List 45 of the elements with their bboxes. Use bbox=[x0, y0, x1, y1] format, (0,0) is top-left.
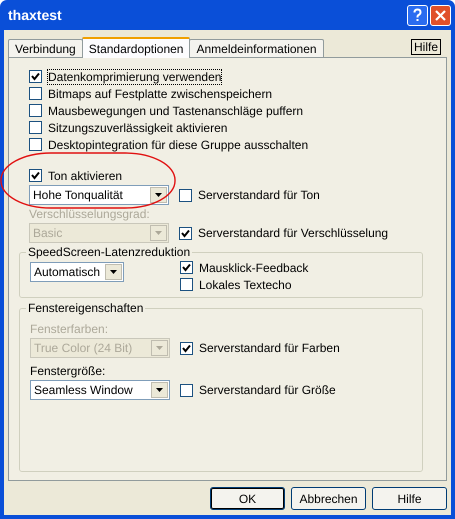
close-icon[interactable] bbox=[430, 4, 451, 26]
checkbox-label: Lokales Textecho bbox=[199, 278, 292, 292]
checkbox-label: Mausbewegungen und Tastenanschläge puffern bbox=[48, 104, 304, 118]
checkbox[interactable] bbox=[180, 384, 193, 396]
checkbox-label: Sitzungszuverlässigkeit aktivieren bbox=[48, 120, 228, 134]
checkbox[interactable] bbox=[29, 87, 42, 100]
checkbox-label: Mausklick-Feedback bbox=[199, 260, 308, 274]
checkbox-label: Ton aktivieren bbox=[48, 168, 122, 182]
window-title: thaxtest bbox=[8, 7, 62, 23]
dialog-button[interactable]: Abbrechen bbox=[291, 487, 366, 510]
checkbox[interactable] bbox=[29, 169, 42, 182]
tab[interactable]: Anmeldeinformationen bbox=[189, 39, 324, 57]
field-label: Fensterfarben: bbox=[30, 321, 108, 337]
checkbox-label: Bitmaps auf Festplatte zwischenspeichern bbox=[48, 86, 272, 100]
checkmark-icon bbox=[31, 171, 40, 180]
checkmark-icon bbox=[31, 72, 40, 81]
checkbox[interactable] bbox=[29, 104, 42, 117]
tab[interactable]: Verbindung bbox=[8, 39, 83, 57]
field-label: Fenstergröße: bbox=[30, 363, 106, 379]
checkbox-label: Serverstandard für Ton bbox=[198, 188, 320, 202]
checkbox[interactable] bbox=[29, 138, 42, 151]
checkbox-label: Serverstandard für Farben bbox=[199, 341, 340, 355]
checkbox-label: Serverstandard für Verschlüsselung bbox=[198, 226, 388, 240]
checkbox[interactable] bbox=[29, 121, 42, 134]
checkmark-icon bbox=[181, 228, 190, 238]
checkbox-label: Datenkomprimierung verwenden bbox=[48, 70, 222, 84]
checkbox[interactable] bbox=[179, 188, 192, 202]
dialog-button[interactable]: OK bbox=[210, 487, 285, 510]
field-label: Verschlüsselungsgrad: bbox=[29, 206, 150, 222]
group-title: SpeedScreen-Latenzreduktion bbox=[26, 245, 192, 259]
checkmark-icon bbox=[182, 344, 191, 352]
dialog-button[interactable]: Hilfe bbox=[372, 487, 447, 510]
dropdown[interactable]: Hohe Tonqualität bbox=[29, 185, 169, 205]
checkmark-icon bbox=[182, 263, 191, 272]
checkbox[interactable] bbox=[180, 261, 193, 274]
checkbox[interactable] bbox=[29, 70, 42, 83]
dropdown[interactable]: Automatisch bbox=[30, 262, 124, 282]
group-title: Fenstereigenschaften bbox=[26, 301, 146, 315]
help-icon[interactable] bbox=[407, 4, 428, 26]
checkbox[interactable] bbox=[180, 278, 193, 291]
dropdown[interactable]: Seamless Window bbox=[30, 380, 170, 400]
help-link[interactable]: Hilfe bbox=[410, 39, 441, 55]
checkbox-label: Serverstandard für Größe bbox=[199, 383, 336, 397]
checkbox-label: Desktopintegration für diese Gruppe ausschalten bbox=[48, 138, 308, 152]
tab[interactable]: Standardoptionen bbox=[82, 37, 190, 58]
